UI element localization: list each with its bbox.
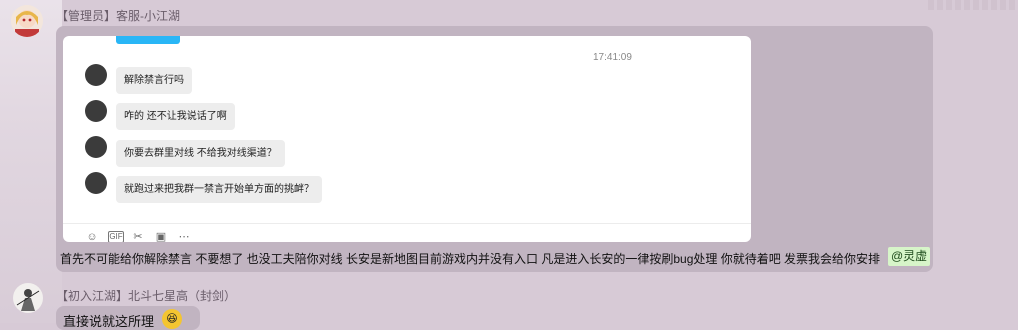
- scissors-icon: ✂: [133, 231, 143, 242]
- screenshot-avatar: [85, 100, 107, 122]
- screenshot-message: 就跑过来把我群一禁言开始单方面的挑衅？: [116, 176, 322, 203]
- screenshot-message: 解除禁言行吗: [116, 67, 192, 94]
- screenshot-avatar: [85, 172, 107, 194]
- ink-swordsman-avatar-icon: [13, 283, 43, 313]
- gif-icon: GIF: [108, 231, 124, 242]
- sender-name[interactable]: 【初入江湖】北斗七星高（封剑）: [56, 287, 236, 304]
- anime-girl-avatar-icon: [11, 5, 43, 37]
- top-edge-decoration: [928, 0, 1018, 10]
- chat-screenshot-image[interactable]: 17:41:09 解除禁言行吗 咋的 还不让我说话了啊 你要去群里对线 不给我对…: [63, 36, 751, 242]
- smile-icon: ☺: [86, 231, 98, 242]
- screenshot-message: 咋的 还不让我说话了啊: [116, 103, 235, 130]
- more-icon: ⋯: [178, 231, 190, 242]
- avatar-user[interactable]: [13, 283, 43, 313]
- mention-tag[interactable]: @灵虚: [888, 247, 931, 266]
- message-text: 直接说就这所理: [63, 314, 155, 329]
- laughing-face-icon: 😆: [162, 309, 182, 329]
- avatar-admin[interactable]: [11, 5, 43, 37]
- sender-name[interactable]: 【管理员】客服-小江湖: [56, 7, 180, 24]
- image-icon: ▣: [155, 231, 167, 242]
- screenshot-blue-button: [116, 36, 180, 44]
- screenshot-avatar: [85, 64, 107, 86]
- screenshot-avatar: [85, 136, 107, 158]
- message-text: 首先不可能给你解除禁言 不要想了 也没工夫陪你对线 长安是新地图目前游戏内并没有…: [60, 252, 881, 266]
- screenshot-timestamp: 17:41:09: [593, 52, 632, 63]
- screenshot-toolbar-divider: [63, 223, 751, 224]
- screenshot-message: 你要去群里对线 不给我对线渠道？: [116, 140, 285, 167]
- left-decoration: [0, 0, 62, 323]
